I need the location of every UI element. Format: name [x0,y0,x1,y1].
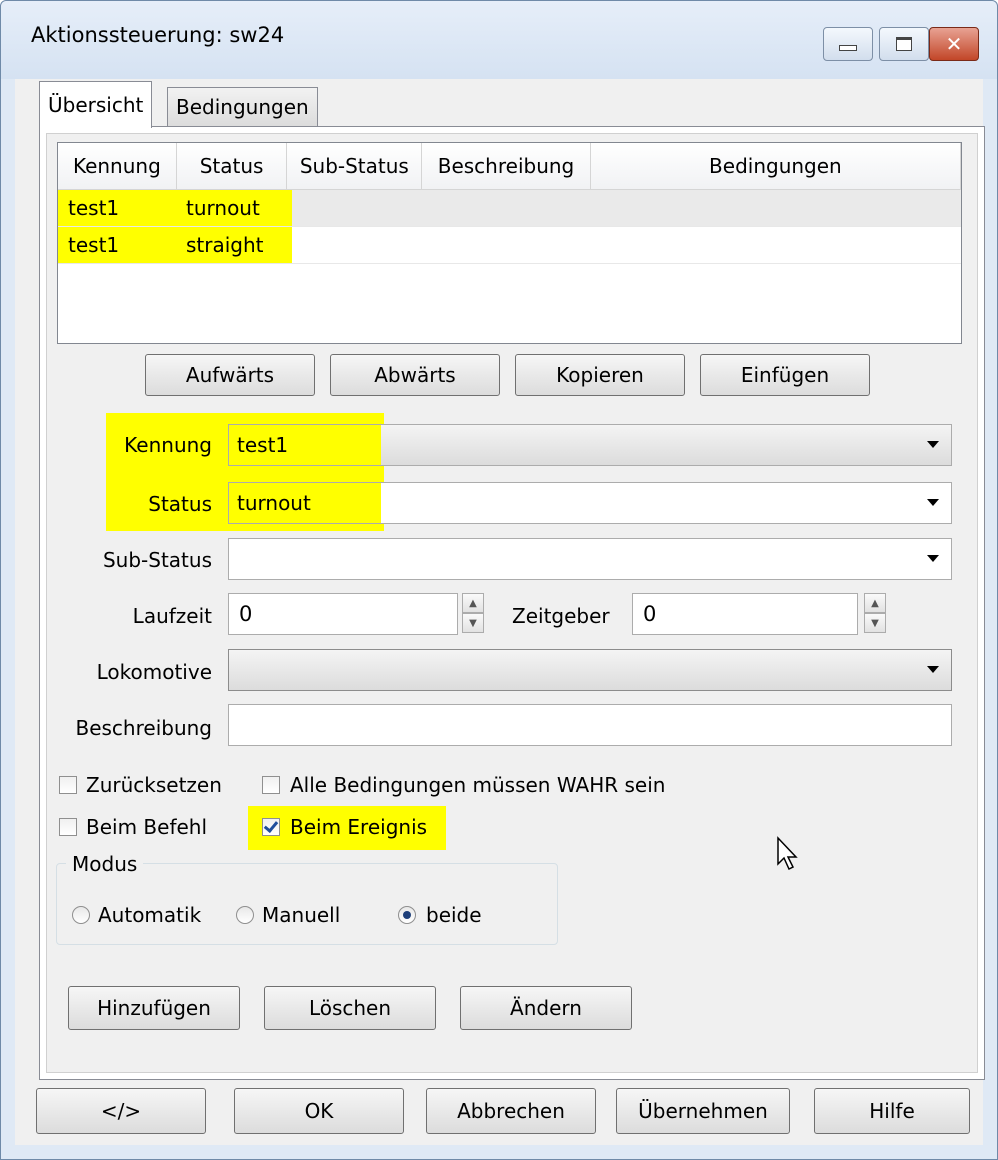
delete-button[interactable]: Löschen [264,986,436,1030]
zeitgeber-label: Zeitgeber [512,604,610,628]
dropdown-arrow-icon [927,441,939,448]
automatik-label[interactable]: Automatik [98,903,201,927]
dropdown-arrow-icon [927,666,939,673]
minimize-button[interactable] [823,27,873,61]
zuruecksetzen-checkbox[interactable] [59,776,77,794]
dropdown-arrow-icon [927,555,939,562]
beide-radio[interactable] [398,906,416,924]
modify-button[interactable]: Ändern [460,986,632,1030]
cell-status: turnout [176,190,292,226]
manuell-label[interactable]: Manuell [262,903,340,927]
zeitgeber-spin-buttons[interactable]: ▲ ▼ [864,593,886,635]
table-header: Kennung Status Sub-Status Beschreibung B… [58,143,961,190]
maximize-button[interactable] [879,27,929,61]
manuell-radio[interactable] [236,906,254,924]
help-button[interactable]: Hilfe [814,1088,970,1134]
substatus-label: Sub-Status [102,548,212,572]
column-header-beschreibung[interactable]: Beschreibung [422,143,591,189]
substatus-combobox[interactable] [228,538,952,580]
beim-ereignis-label[interactable]: Beim Ereignis [290,815,427,839]
zuruecksetzen-label[interactable]: Zurücksetzen [86,773,222,797]
tab-uebersicht[interactable]: Übersicht [39,81,153,128]
apply-button[interactable]: Übernehmen [616,1088,790,1134]
cell-bedingungen [588,227,958,263]
tab-bedingungen[interactable]: Bedingungen [167,87,318,126]
spin-up-icon[interactable]: ▲ [864,593,886,613]
cell-kennung: test1 [58,227,176,263]
beschreibung-input[interactable] [228,704,952,746]
beim-befehl-checkbox[interactable] [59,818,77,836]
mouse-cursor-icon [777,836,798,871]
kennung-combobox[interactable]: test1 [228,424,952,466]
kennung-label: Kennung [124,433,212,457]
move-down-button[interactable]: Abwärts [330,354,500,396]
column-header-bedingungen[interactable]: Bedingungen [591,143,961,189]
laufzeit-value: 0 [239,602,253,626]
beschreibung-label: Beschreibung [75,716,212,740]
cell-bedingungen [588,190,958,226]
status-value: turnout [237,491,311,515]
copy-button[interactable]: Kopieren [515,354,685,396]
lokomotive-label: Lokomotive [96,660,212,684]
spin-up-icon[interactable]: ▲ [462,593,484,613]
move-up-button[interactable]: Aufwärts [145,354,315,396]
close-button[interactable]: ✕ [929,27,979,61]
status-combobox[interactable]: turnout [228,482,952,524]
spin-down-icon[interactable]: ▼ [864,613,886,633]
cell-sub-status [292,227,420,263]
modus-group-title: Modus [66,852,144,876]
beide-label[interactable]: beide [426,903,482,927]
column-header-kennung[interactable]: Kennung [58,143,177,189]
minimize-icon [839,45,857,51]
ok-button[interactable]: OK [234,1088,404,1134]
spin-down-icon[interactable]: ▼ [462,613,484,633]
beim-ereignis-checkbox[interactable] [262,818,280,836]
laufzeit-spin-buttons[interactable]: ▲ ▼ [462,593,484,635]
column-header-sub-status[interactable]: Sub-Status [287,143,423,189]
title-bar[interactable]: Aktionssteuerung: sw24 ✕ [1,1,997,79]
table-row[interactable]: test1 turnout [58,190,961,227]
cell-beschreibung [420,227,588,263]
maximize-icon [896,37,912,51]
alle-bedingungen-label[interactable]: Alle Bedingungen müssen WAHR sein [290,773,665,797]
table-row[interactable]: test1 straight [58,227,961,264]
cell-status: straight [176,227,292,263]
zeitgeber-spinner[interactable]: 0 [632,593,858,635]
cancel-button[interactable]: Abbrechen [426,1088,596,1134]
laufzeit-label: Laufzeit [132,604,212,628]
add-button[interactable]: Hinzufügen [68,986,240,1030]
close-icon: ✕ [945,32,963,56]
zeitgeber-value: 0 [643,602,657,626]
cell-kennung: test1 [58,190,176,226]
dropdown-arrow-icon [927,499,939,506]
lokomotive-combobox[interactable] [228,649,952,691]
kennung-value: test1 [237,433,289,457]
cell-sub-status [292,190,420,226]
laufzeit-spinner[interactable]: 0 [228,593,458,635]
actions-table[interactable]: Kennung Status Sub-Status Beschreibung B… [57,142,962,344]
automatik-radio[interactable] [72,906,90,924]
paste-button[interactable]: Einfügen [700,354,870,396]
column-header-status[interactable]: Status [177,143,288,189]
xml-source-button[interactable]: </> [36,1088,206,1134]
window-title: Aktionssteuerung: sw24 [31,23,285,47]
tab-label: Bedingungen [176,95,309,119]
cell-beschreibung [420,190,588,226]
alle-bedingungen-checkbox[interactable] [262,776,280,794]
tab-label: Übersicht [48,93,144,117]
status-label: Status [148,492,212,516]
beim-befehl-label[interactable]: Beim Befehl [86,815,207,839]
